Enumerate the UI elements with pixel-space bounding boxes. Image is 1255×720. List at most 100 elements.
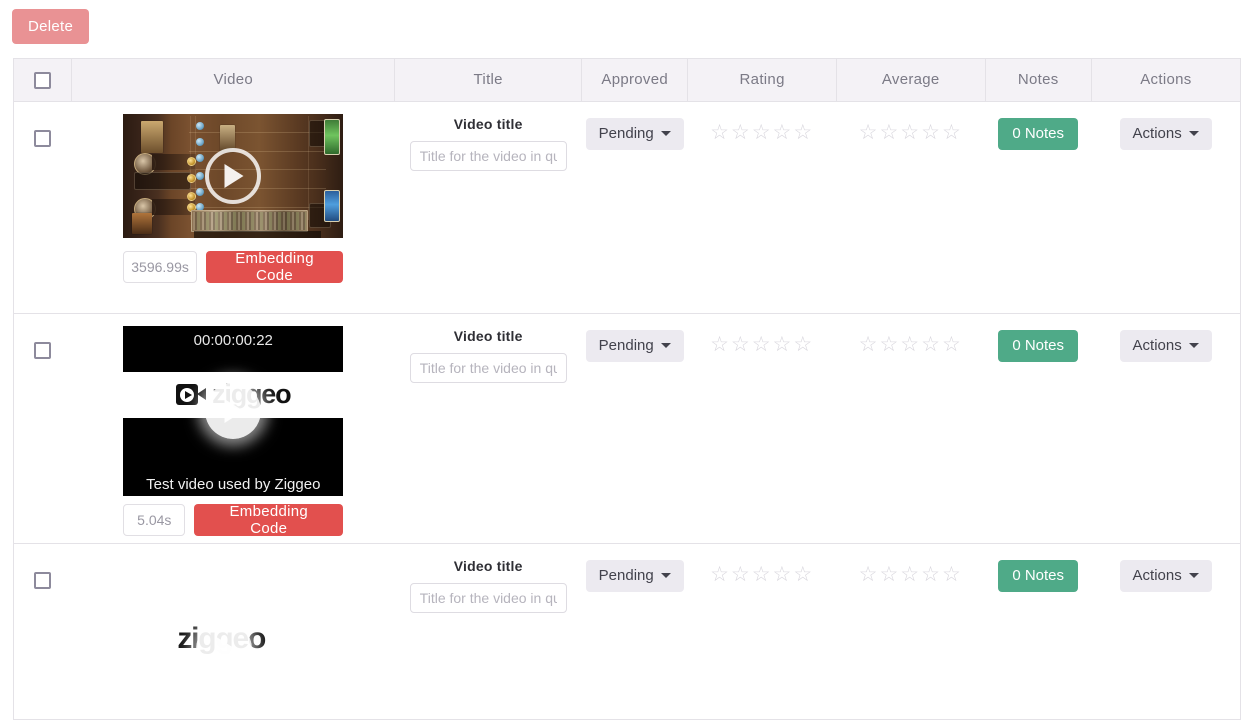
board-inset (134, 171, 192, 191)
video-title-label: Video title (453, 115, 523, 132)
rating-stars[interactable]: ☆☆☆☆☆ (710, 121, 814, 144)
video-title-input[interactable] (409, 352, 567, 383)
row-approved-cell: Pending (581, 313, 688, 544)
videos-table-container: Video Title Approved Rating Average Note… (13, 58, 1241, 720)
row-rating-cell: ☆☆☆☆☆ (687, 101, 837, 314)
video-thumbnail[interactable] (123, 113, 344, 238)
notes-button[interactable]: 0 Notes (998, 559, 1079, 592)
table-body: 3596.99s Embedding Code Video title Pend… (14, 101, 1240, 720)
row-average-cell: ☆☆☆☆☆ (836, 313, 986, 544)
video-duration: 3596.99s (123, 250, 197, 283)
row-select-cell (14, 101, 72, 314)
approved-status-label: Pending (598, 337, 654, 354)
row-video-cell: 00:00:00:22 ziggeo Test video used by Zi… (71, 313, 395, 544)
play-button-icon[interactable] (205, 147, 262, 204)
actions-label: Actions (1132, 337, 1182, 354)
chevron-down-icon (1188, 343, 1199, 348)
header-average[interactable]: Average (836, 59, 986, 102)
chevron-down-icon (1188, 573, 1199, 578)
table-row: 3596.99s Embedding Code Video title Pend… (14, 101, 1240, 314)
row-actions-cell: Actions (1091, 101, 1240, 314)
video-title-input[interactable] (409, 582, 567, 613)
select-all-checkbox[interactable] (34, 71, 52, 89)
row-video-cell: 3596.99s Embedding Code (71, 101, 395, 314)
row-rating-cell: ☆☆☆☆☆ (687, 313, 837, 544)
header-rating[interactable]: Rating (687, 59, 837, 102)
average-stars: ☆☆☆☆☆ (858, 120, 963, 144)
row-actions-cell: Actions (1091, 543, 1240, 720)
video-timecode: 00:00:00:22 (123, 325, 344, 372)
header-select-all (14, 59, 73, 102)
row-average-cell: ☆☆☆☆☆ (836, 543, 986, 720)
score-gem-blue (324, 189, 341, 222)
row-video-cell: ziggeo (71, 543, 395, 720)
header-video[interactable]: Video (71, 59, 396, 102)
chevron-down-icon (1188, 131, 1199, 136)
row-actions-cell: Actions (1091, 313, 1240, 544)
header-actions[interactable]: Actions (1091, 59, 1240, 102)
notes-button[interactable]: 0 Notes (998, 329, 1079, 362)
score-gem-green (324, 118, 341, 155)
card-hand (191, 209, 309, 232)
row-checkbox[interactable] (34, 341, 52, 359)
video-title-input[interactable] (409, 140, 567, 171)
table-row: ziggeo Video title Pending (14, 543, 1240, 720)
video-duration: 5.04s (123, 503, 186, 536)
rating-stars[interactable]: ☆☆☆☆☆ (710, 563, 814, 586)
board-card (140, 120, 163, 154)
row-title-cell: Video title (394, 101, 582, 314)
average-stars: ☆☆☆☆☆ (858, 332, 963, 356)
row-checkbox[interactable] (34, 129, 52, 147)
hud-status-bar (193, 230, 322, 238)
play-button-icon[interactable] (196, 620, 253, 677)
video-title-label: Video title (453, 557, 523, 574)
actions-label: Actions (1132, 567, 1182, 584)
video-camera-icon (176, 384, 207, 405)
row-title-cell: Video title (394, 543, 582, 720)
row-title-cell: Video title (394, 313, 582, 544)
embedding-code-button[interactable]: Embedding Code (205, 250, 344, 284)
chevron-down-icon (660, 131, 671, 136)
header-approved[interactable]: Approved (581, 59, 689, 102)
table-header-row: Video Title Approved Rating Average Note… (14, 59, 1240, 102)
delete-button[interactable]: Delete (12, 9, 90, 44)
video-thumbnail-box: 3596.99s Embedding Code (123, 113, 344, 284)
video-title-label: Video title (453, 327, 523, 344)
approved-status-label: Pending (598, 567, 654, 584)
row-notes-cell: 0 Notes (985, 543, 1092, 720)
table-row: 00:00:00:22 ziggeo Test video used by Zi… (14, 313, 1240, 544)
row-rating-cell: ☆☆☆☆☆ (687, 543, 837, 720)
row-approved-cell: Pending (581, 101, 688, 314)
video-thumbnail-box: 00:00:00:22 ziggeo Test video used by Zi… (123, 325, 344, 537)
table-header: Video Title Approved Rating Average Note… (14, 59, 1240, 102)
chevron-down-icon (660, 343, 671, 348)
row-notes-cell: 0 Notes (985, 313, 1092, 544)
average-stars: ☆☆☆☆☆ (858, 562, 963, 586)
notes-button[interactable]: 0 Notes (998, 117, 1079, 150)
header-title[interactable]: Title (394, 59, 583, 102)
video-meta-row: 3596.99s Embedding Code (123, 250, 344, 284)
approved-dropdown[interactable]: Pending (585, 329, 684, 362)
actions-dropdown[interactable]: Actions (1119, 559, 1212, 592)
rating-stars[interactable]: ☆☆☆☆☆ (710, 333, 814, 356)
approved-dropdown[interactable]: Pending (585, 117, 684, 150)
approved-dropdown[interactable]: Pending (585, 559, 684, 592)
video-thumbnail-box: ziggeo (123, 555, 344, 706)
actions-label: Actions (1132, 125, 1182, 142)
header-notes[interactable]: Notes (985, 59, 1092, 102)
row-approved-cell: Pending (581, 543, 688, 720)
row-checkbox[interactable] (34, 571, 52, 589)
video-meta-row: 5.04s Embedding Code (123, 503, 344, 537)
embedding-code-button[interactable]: Embedding Code (194, 503, 344, 537)
chevron-down-icon (660, 573, 671, 578)
video-thumbnail[interactable]: ziggeo (123, 555, 344, 706)
row-average-cell: ☆☆☆☆☆ (836, 101, 986, 314)
play-button-icon[interactable] (205, 382, 262, 439)
board-card (132, 212, 152, 234)
actions-dropdown[interactable]: Actions (1119, 329, 1212, 362)
toolbar: Delete (12, 9, 90, 44)
actions-dropdown[interactable]: Actions (1119, 117, 1212, 150)
video-thumbnail[interactable]: 00:00:00:22 ziggeo Test video used by Zi… (123, 325, 344, 496)
approved-status-label: Pending (598, 125, 654, 142)
row-select-cell (14, 313, 72, 544)
